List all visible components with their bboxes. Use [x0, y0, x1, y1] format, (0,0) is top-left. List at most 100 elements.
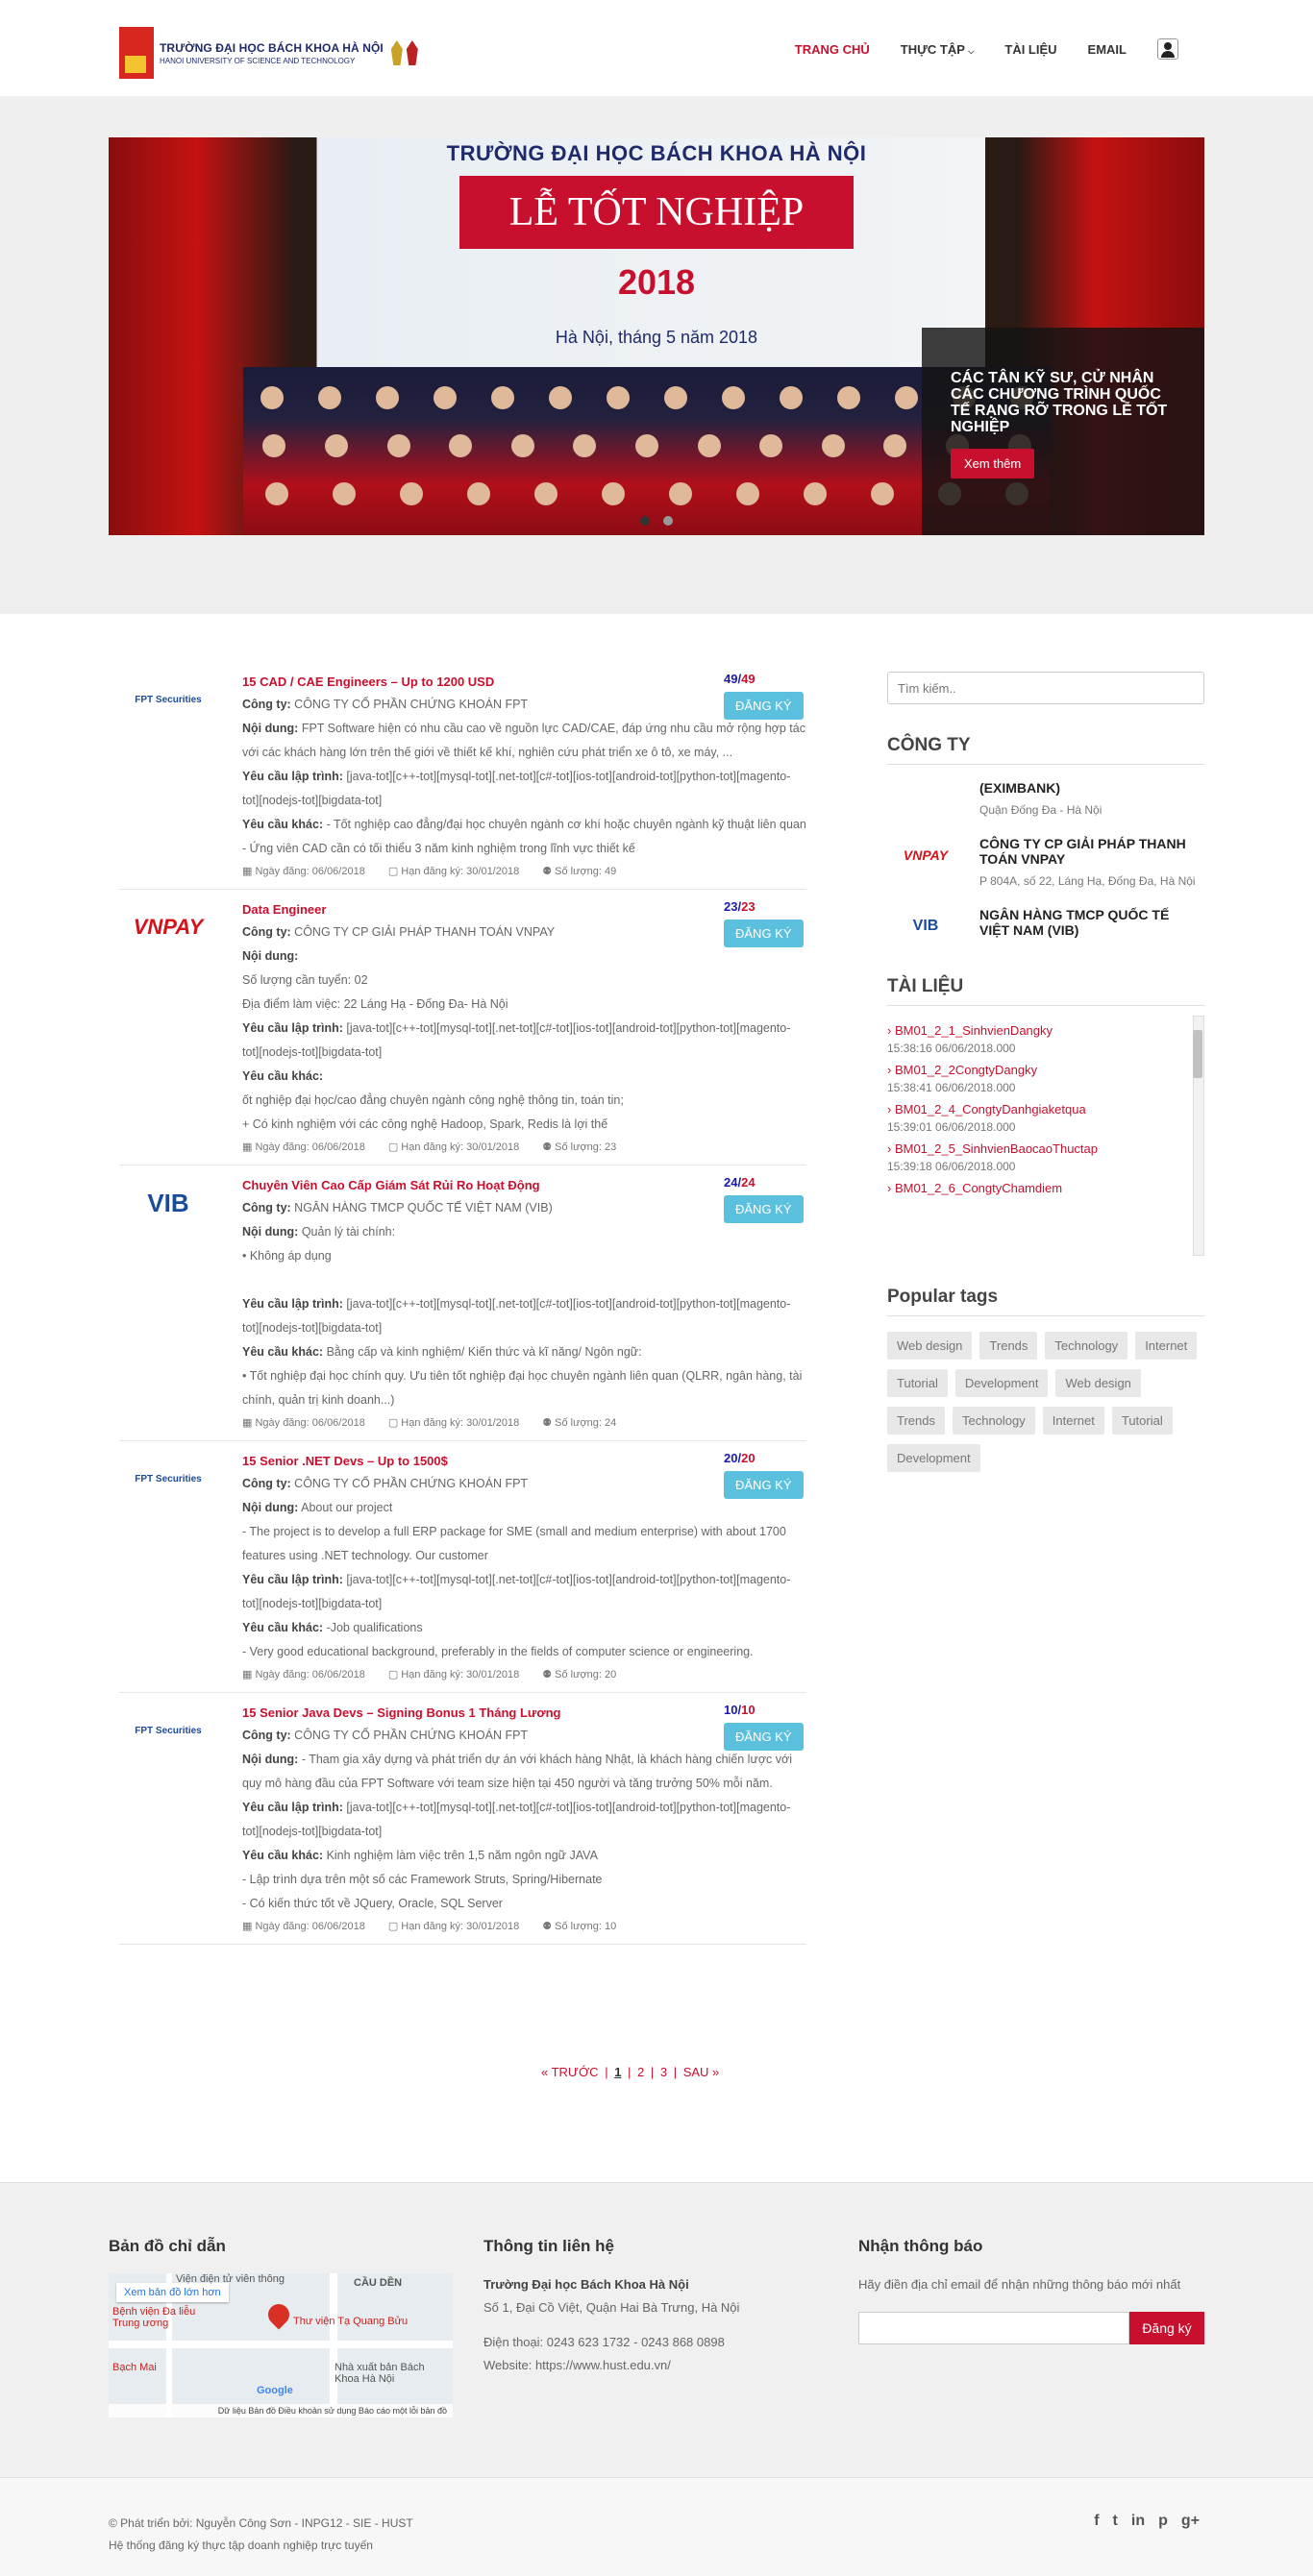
tag[interactable]: Trends [887, 1407, 945, 1435]
job-count: 24/24 [724, 1175, 756, 1190]
job-content: Số lượng cần tuyển: 02 [242, 973, 368, 987]
user-icon[interactable] [1157, 38, 1178, 60]
pager-prev[interactable]: « TRƯỚC [541, 2065, 599, 2079]
sidebar: CÔNG TY (EXIMBANK) Quận Đống Đa - Hà Nội… [887, 672, 1204, 1472]
scrollbar-thumb[interactable] [1193, 1030, 1202, 1078]
nav-home[interactable]: TRANG CHỦ [795, 42, 870, 57]
register-button[interactable]: ĐĂNG KÝ [724, 692, 804, 720]
register-button[interactable]: ĐĂNG KÝ [724, 1195, 804, 1223]
job-title[interactable]: 15 Senior .NET Devs – Up to 1500$ [242, 1451, 806, 1472]
company-address: P 804A, số 22, Láng Hạ, Đống Đa, Hà Nội [979, 874, 1196, 888]
nav-documents[interactable]: TÀI LIỆU [1004, 42, 1056, 57]
tag[interactable]: Internet [1042, 1407, 1104, 1435]
calendar-icon: ▢ Hạn đăng ký: 30/01/2018 [387, 866, 520, 877]
tag[interactable]: Trends [979, 1332, 1038, 1360]
job-content-extra: - The project is to develop a full ERP p… [242, 1525, 786, 1562]
company-logo[interactable]: FPT Securities [125, 1457, 211, 1501]
pager-next[interactable]: SAU » [683, 2065, 720, 2079]
newsletter-column: Nhận thông báo Hãy điền địa chỉ email để… [858, 2237, 1204, 2344]
document-item[interactable]: BM01_2_1_SinhvienDangky15:38:16 06/06/20… [887, 1023, 1185, 1055]
twitter-icon[interactable]: t [1113, 2513, 1118, 2530]
map-pin-icon[interactable] [263, 2299, 294, 2330]
calendar-icon: ▢ Hạn đăng ký: 30/01/2018 [387, 1141, 520, 1153]
tag[interactable]: Web design [887, 1332, 973, 1360]
company-item[interactable]: (EXIMBANK) Quận Đống Đa - Hà Nội [887, 780, 1204, 821]
tag[interactable]: Technology [1045, 1332, 1128, 1360]
carousel-indicators [0, 514, 1313, 528]
job-title[interactable]: 15 CAD / CAE Engineers – Up to 1200 USD [242, 672, 806, 693]
contact-website: Website: https://www.hust.edu.vn/ [483, 2358, 671, 2372]
register-button[interactable]: ĐĂNG KÝ [724, 1723, 804, 1751]
register-button[interactable]: ĐĂNG KÝ [724, 920, 804, 947]
carousel-dot[interactable] [640, 516, 651, 526]
search-input[interactable] [887, 672, 1204, 704]
nav-internship[interactable]: THỰC TẬP ⌵ [901, 42, 975, 57]
tag[interactable]: Web design [1055, 1369, 1141, 1397]
read-more-button[interactable]: Xem thêm [951, 449, 1035, 478]
job-other: -Job qualifications [326, 1621, 423, 1634]
scrollbar[interactable] [1193, 1016, 1204, 1256]
company-logo[interactable]: VNPAY [125, 905, 211, 949]
pinterest-icon[interactable]: p [1158, 2513, 1168, 2530]
site-description: Hệ thống đăng ký thực tập doanh nghiệp t… [109, 2539, 373, 2552]
pager-page-1[interactable]: 1 [614, 2065, 621, 2079]
map-heading: Bản đồ chỉ dẫn [109, 2237, 226, 2255]
carousel-dot[interactable] [662, 516, 673, 526]
pager-page-2[interactable]: 2 [637, 2065, 644, 2079]
email-field[interactable] [858, 2312, 1129, 2344]
job-count: 23/23 [724, 899, 756, 914]
map-place: Thư viện Tạ Quang Bửu [293, 2316, 409, 2327]
documents-list: BM01_2_1_SinhvienDangky15:38:16 06/06/20… [887, 1016, 1204, 1256]
job-content: FPT Software hiện có nhu cầu cao về nguồ… [242, 722, 805, 759]
job-company: CÔNG TY CỔ PHẦN CHỨNG KHOÁN FPT [294, 698, 529, 711]
tag[interactable]: Internet [1135, 1332, 1198, 1360]
subscribe-button[interactable]: Đăng ký [1129, 2312, 1204, 2344]
nav-email[interactable]: EMAIL [1088, 42, 1127, 57]
job-other: Kinh nghiệm làm việc trên 1,5 năm ngôn n… [326, 1849, 598, 1862]
calendar-icon: ▦ Ngày đăng: 06/06/2018 [242, 1921, 365, 1932]
google-plus-icon[interactable]: g+ [1181, 2513, 1200, 2530]
company-name: CÔNG TY CP GIẢI PHÁP THANH TOÁN VNPAY [979, 836, 1186, 867]
facebook-icon[interactable]: f [1094, 2513, 1099, 2530]
document-item[interactable]: BM01_2_2CongtyDangky15:38:41 06/06/2018.… [887, 1063, 1185, 1094]
register-button[interactable]: ĐĂNG KÝ [724, 1471, 804, 1499]
document-item[interactable]: BM01_2_6_CongtyChamdiem [887, 1181, 1185, 1195]
job-other-extra: • Tốt nghiệp đại học chính quy. Ưu tiên … [242, 1369, 803, 1407]
job-content: About our project [301, 1501, 393, 1514]
job-item: VNPAY Data Engineer Công ty: CÔNG TY CP … [119, 899, 806, 1165]
google-logo: Google [257, 2385, 293, 2396]
tag[interactable]: Tutorial [1111, 1407, 1173, 1435]
document-item[interactable]: BM01_2_4_CongtyDanhgiaketqua15:39:01 06/… [887, 1102, 1185, 1134]
linkedin-icon[interactable]: in [1131, 2513, 1145, 2530]
contact-heading: Thông tin liên hệ [483, 2237, 614, 2255]
tag[interactable]: Technology [952, 1407, 1035, 1435]
job-content-extra: • Không áp dụng [242, 1249, 332, 1263]
job-count: 20/20 [724, 1451, 756, 1465]
job-company: CÔNG TY CỔ PHẦN CHỨNG KHOÁN FPT [294, 1729, 529, 1742]
pager-page-3[interactable]: 3 [660, 2065, 667, 2079]
company-item[interactable]: VIB NGÂN HÀNG TMCP QUỐC TẾ VIỆT NAM (VIB… [887, 907, 1204, 945]
company-logo[interactable]: VIB [125, 1181, 211, 1225]
map-column: Bản đồ chỉ dẫn Xem bản đồ lớn hơn Viện đ… [109, 2237, 455, 2417]
job-count: 49/49 [724, 672, 756, 686]
tag[interactable]: Development [887, 1444, 980, 1472]
company-logo[interactable]: FPT Securities [125, 1708, 211, 1753]
company-logo[interactable]: FPT Securities [125, 677, 211, 722]
job-other-extra: - Ứng viên CAD cần có tối thiểu 3 năm ki… [242, 842, 635, 855]
job-title[interactable]: Chuyên Viên Cao Cấp Giám Sát Rủi Ro Hoạt… [242, 1175, 806, 1196]
job-title[interactable]: Data Engineer [242, 899, 806, 920]
tag[interactable]: Tutorial [887, 1369, 948, 1397]
tag[interactable]: Development [954, 1369, 1049, 1397]
company-item[interactable]: VNPAY CÔNG TY CP GIẢI PHÁP THANH TOÁN VN… [887, 836, 1204, 892]
document-item[interactable]: BM01_2_5_SinhvienBaocaoThuctap15:39:18 0… [887, 1141, 1185, 1173]
job-other-extra: - Lập trình dựa trên một số các Framewor… [242, 1873, 603, 1886]
map-enlarge-link[interactable]: Xem bản đồ lớn hơn [116, 2283, 229, 2302]
embedded-map[interactable]: Xem bản đồ lớn hơn Viện điện tử viễn thô… [109, 2273, 453, 2417]
chevron-down-icon: ⌵ [968, 46, 975, 56]
copyright: © Phát triển bởi: Nguyễn Công Sơn - INPG… [109, 2516, 413, 2530]
users-icon: ⚉ Số lượng: 49 [542, 866, 617, 877]
job-content: Quản lý tài chính: [301, 1225, 396, 1239]
company-logo: VNPAY [903, 847, 949, 863]
site-logo[interactable]: TRƯỜNG ĐẠI HỌC BÁCH KHOA HÀ NỘI HANOI UN… [119, 27, 418, 79]
job-title[interactable]: 15 Senior Java Devs – Signing Bonus 1 Th… [242, 1703, 806, 1724]
